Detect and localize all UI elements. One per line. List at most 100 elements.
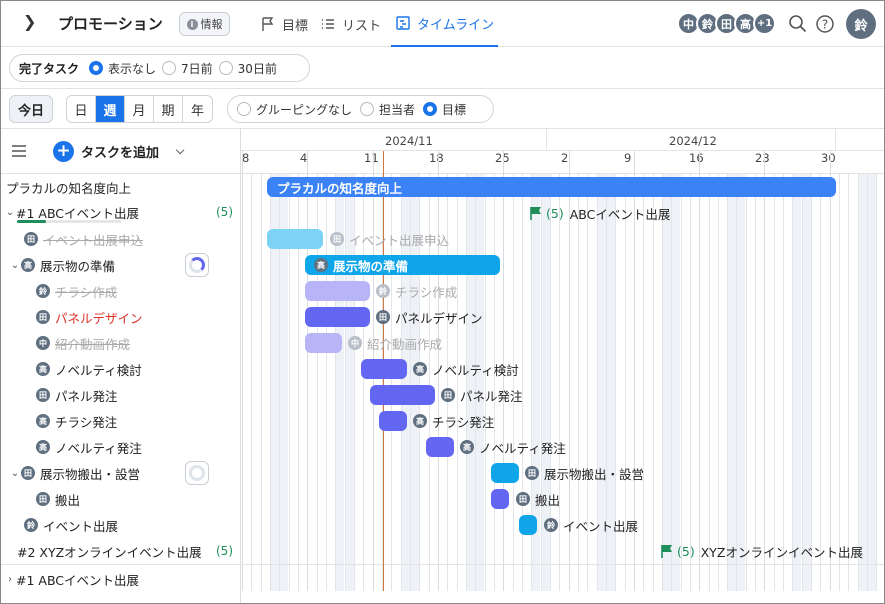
- scale-year[interactable]: 年: [183, 96, 212, 122]
- info-button[interactable]: i 情報: [179, 12, 230, 36]
- today-button[interactable]: 今日: [9, 95, 53, 123]
- task-group-row[interactable]: ⌄ 高 展示物の準備: [1, 252, 239, 278]
- task-bar[interactable]: [491, 489, 509, 509]
- task-row[interactable]: 高 ノベルティ検討: [1, 356, 239, 382]
- task-row[interactable]: 鈴 チラシ作成: [1, 278, 239, 304]
- task-bar[interactable]: [267, 229, 323, 249]
- bar-text: パネルデザイン: [395, 310, 483, 326]
- bar-text: 展示物搬出・設営: [544, 466, 645, 482]
- milestone[interactable]: (5) XYZオンラインイベント出展: [660, 541, 863, 561]
- day-gridline: [494, 174, 495, 591]
- scale-month[interactable]: 月: [125, 96, 154, 122]
- chevron-down-icon[interactable]: ⌄: [9, 468, 21, 479]
- progress-ring-button[interactable]: [185, 253, 209, 277]
- day-gridline: [792, 174, 793, 591]
- task-bar-label: 鈴イベント出展: [544, 515, 638, 535]
- menu-icon[interactable]: [11, 144, 27, 158]
- task-group-bar[interactable]: [491, 463, 519, 483]
- day-gridline: [326, 174, 327, 591]
- day-gridline: [764, 151, 765, 591]
- chevron-down-icon[interactable]: ⌄: [9, 260, 21, 271]
- weekend-column: [466, 174, 475, 591]
- weekend-column: [671, 174, 680, 591]
- chevron-down-icon[interactable]: ⌄: [4, 207, 16, 218]
- goal-group-row[interactable]: #2 XYZオンラインイベント出展 (5): [1, 538, 239, 564]
- app-window: ❯ プロモーション i 情報 目標 リスト タイムライン 中 鈴 田 高 +1 …: [0, 0, 885, 604]
- radio-goal[interactable]: 目標: [423, 101, 466, 118]
- task-bar[interactable]: [426, 437, 454, 457]
- avatar-more[interactable]: +1: [753, 12, 776, 35]
- day-gridline: [242, 151, 243, 591]
- task-row[interactable]: 田 パネル発注: [1, 382, 239, 408]
- radio-hide[interactable]: 表示なし: [89, 60, 156, 77]
- search-icon[interactable]: [788, 14, 808, 34]
- task-group-row[interactable]: ⌄ 田 展示物搬出・設営: [1, 460, 239, 486]
- group-label: #1 ABCイベント出展: [16, 572, 140, 588]
- day-gridline: [746, 174, 747, 591]
- help-icon[interactable]: ?: [815, 14, 835, 34]
- task-bar[interactable]: [305, 281, 370, 301]
- task-row[interactable]: 中 紹介動画作成: [1, 330, 239, 356]
- radio-30days-label: 30日前: [237, 61, 277, 76]
- bar-text: ノベルティ検討: [432, 362, 519, 378]
- tab-timeline[interactable]: タイムライン: [391, 1, 499, 47]
- assignee-avatar: 鈴: [24, 518, 38, 532]
- timeline-icon: [396, 16, 410, 30]
- task-bar[interactable]: [361, 359, 407, 379]
- tick-label: 23: [755, 151, 770, 165]
- month-header: [241, 128, 884, 151]
- assignee-avatar: 田: [21, 466, 35, 480]
- bar-text: チラシ作成: [395, 284, 458, 300]
- info-icon: i: [186, 18, 198, 30]
- radio-7days[interactable]: 7日前: [162, 60, 213, 77]
- divider: [241, 564, 884, 565]
- assignee-avatar: 高: [21, 258, 35, 272]
- task-bar-label: 高展示物の準備: [314, 255, 408, 275]
- progress-ring-button[interactable]: [185, 461, 209, 485]
- divider: [1, 564, 241, 565]
- goal-bar-label: プラカルの知名度向上: [277, 180, 403, 196]
- user-avatar[interactable]: 鈴: [846, 9, 876, 39]
- scale-quarter[interactable]: 期: [154, 96, 183, 122]
- day-gridline: [307, 151, 308, 591]
- radio-unselected-icon: [237, 102, 251, 116]
- chevron-down-icon[interactable]: ⌵: [176, 144, 184, 158]
- tick-label: 30: [821, 151, 836, 165]
- weekend-column: [736, 174, 745, 591]
- add-task-button[interactable]: + タスクを追加 ⌵: [53, 140, 184, 162]
- milestone[interactable]: (5) ABCイベント出展: [529, 203, 670, 223]
- assignee-avatar: 鈴: [544, 518, 558, 532]
- task-bar[interactable]: [305, 307, 370, 327]
- assignee-avatar: 中: [348, 336, 362, 350]
- scale-week[interactable]: 週: [96, 96, 125, 122]
- task-row[interactable]: 田 イベント出展申込: [1, 226, 239, 252]
- chevron-right-icon[interactable]: ›: [4, 574, 16, 585]
- task-bar[interactable]: [370, 385, 435, 405]
- chevron-right-icon[interactable]: ❯: [23, 12, 36, 31]
- weekend-column: [727, 174, 736, 591]
- tab-goals[interactable]: 目標: [260, 1, 308, 47]
- radio-30days[interactable]: 30日前: [218, 60, 277, 77]
- radio-no-grouping[interactable]: グルーピングなし: [237, 101, 352, 118]
- radio-no-grouping-label: グルーピングなし: [256, 102, 353, 117]
- task-row[interactable]: 高 チラシ発注: [1, 408, 239, 434]
- milestone-label: ABCイベント出展: [569, 206, 671, 222]
- task-bar-label: 田パネルデザイン: [376, 307, 483, 327]
- completed-tasks-label: 完了タスク: [19, 61, 80, 76]
- day-gridline: [541, 174, 542, 591]
- tab-list[interactable]: リスト: [320, 1, 381, 47]
- task-bar[interactable]: [519, 515, 537, 535]
- task-bar[interactable]: [305, 333, 342, 353]
- task-row[interactable]: 鈴 イベント出展: [1, 512, 239, 538]
- radio-assignee[interactable]: 担当者: [360, 101, 415, 118]
- scale-day[interactable]: 日: [67, 96, 96, 122]
- task-row[interactable]: 高 ノベルティ発注: [1, 434, 239, 460]
- tick-label: 9: [624, 151, 632, 165]
- task-bar[interactable]: [379, 411, 407, 431]
- grouping-filter: グルーピングなし 担当者 目標: [227, 95, 494, 123]
- goal-group-row-collapsed[interactable]: › #1 ABCイベント出展: [1, 566, 239, 592]
- goal-row[interactable]: プラカルの知名度向上: [1, 174, 239, 200]
- task-row[interactable]: 田 パネルデザイン: [1, 304, 239, 330]
- assignee-avatar: 中: [36, 336, 50, 350]
- task-row[interactable]: 田 搬出: [1, 486, 239, 512]
